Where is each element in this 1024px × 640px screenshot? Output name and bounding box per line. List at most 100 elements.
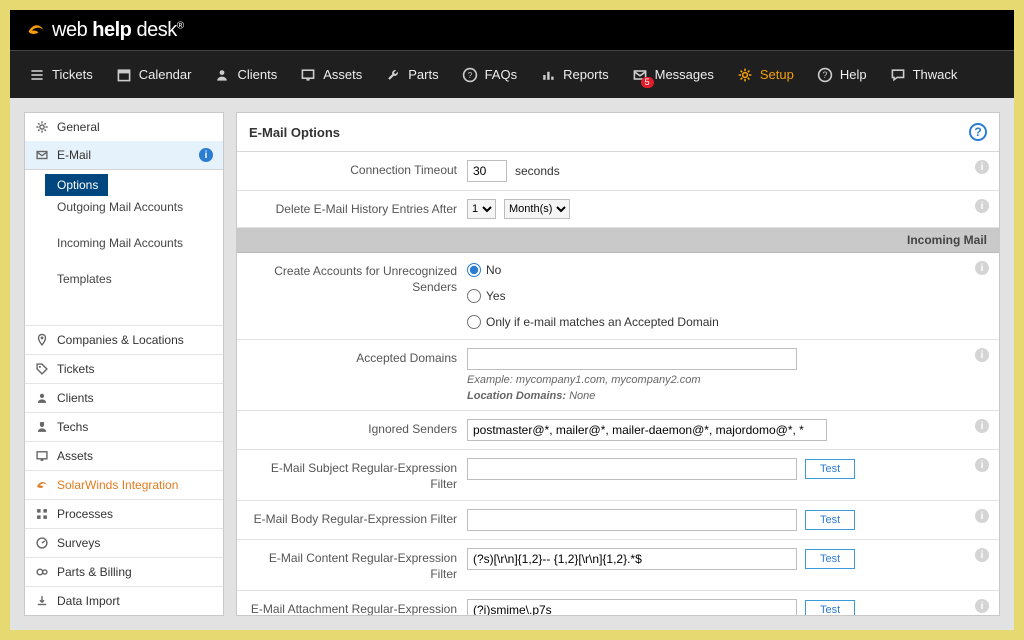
calendar-icon [115, 66, 133, 84]
content-regex-input[interactable] [467, 548, 797, 570]
svg-text:?: ? [467, 71, 472, 80]
svg-text:?: ? [822, 70, 827, 80]
list-icon [28, 66, 46, 84]
subject-regex-input[interactable] [467, 458, 797, 480]
body-regex-test-button[interactable]: Test [805, 510, 855, 530]
sidebar-sub-incoming-mail-accounts[interactable]: Incoming Mail Accounts [35, 232, 223, 254]
nav-calendar[interactable]: Calendar [105, 60, 202, 90]
nav-clients[interactable]: Clients [203, 60, 287, 90]
connection-timeout-label: Connection Timeout [247, 160, 457, 179]
accepted-domains-hint: Example: mycompany1.com, mycompany2.com [467, 374, 965, 386]
delete-history-unit-select[interactable]: Month(s) [504, 199, 570, 219]
accepted-domains-label: Accepted Domains [247, 348, 457, 367]
connection-timeout-input[interactable] [467, 160, 507, 182]
info-icon[interactable]: i [975, 348, 989, 362]
sidebar-clients[interactable]: Clients [25, 383, 223, 412]
brand-bar: web help desk® [10, 10, 1014, 50]
sidebar-sub-options[interactable]: Options [45, 174, 108, 196]
chat-icon [889, 66, 907, 84]
info-icon[interactable]: i [975, 458, 989, 472]
attach-regex-label: E-Mail Attachment Regular-Expression Fil… [247, 599, 457, 616]
sidebar-data-import[interactable]: Data Import [25, 586, 223, 615]
tech-icon [35, 420, 49, 434]
nav-parts[interactable]: Parts [374, 60, 448, 90]
panel-help-icon[interactable]: ? [969, 123, 987, 141]
sidebar-general[interactable]: General [25, 113, 223, 141]
create-accounts-no-radio[interactable] [467, 263, 481, 277]
sidebar-parts-billing[interactable]: Parts & Billing [25, 557, 223, 586]
sidebar-assets[interactable]: Assets [25, 441, 223, 470]
nav-label: Assets [323, 67, 362, 82]
nav-label: FAQs [485, 67, 518, 82]
nav-setup[interactable]: Setup [726, 60, 804, 90]
create-accounts-accepted-radio[interactable] [467, 315, 481, 329]
nav-label: Setup [760, 67, 794, 82]
body-regex-input[interactable] [467, 509, 797, 531]
chart-icon [539, 66, 557, 84]
monitor-icon [299, 66, 317, 84]
nav-help[interactable]: ? Help [806, 60, 877, 90]
sidebar-companies-locations[interactable]: Companies & Locations [25, 325, 223, 354]
delete-history-label: Delete E-Mail History Entries After [247, 199, 457, 218]
help-icon: ? [816, 66, 834, 84]
create-accounts-label: Create Accounts for Unrecognized Senders [247, 261, 457, 295]
sidebar-sub-outgoing-mail-accounts[interactable]: Outgoing Mail Accounts [35, 196, 223, 218]
accepted-domains-input[interactable] [467, 348, 797, 370]
info-icon[interactable]: i [975, 419, 989, 433]
info-icon[interactable]: i [199, 148, 213, 162]
info-icon[interactable]: i [975, 199, 989, 213]
nav-label: Messages [655, 67, 714, 82]
nav-label: Reports [563, 67, 609, 82]
sidebar-sub-templates[interactable]: Templates [35, 268, 223, 290]
delete-history-qty-select[interactable]: 1 [467, 199, 496, 219]
sidebar-tickets[interactable]: Tickets [25, 354, 223, 383]
info-icon[interactable]: i [975, 509, 989, 523]
connection-timeout-unit: seconds [515, 164, 560, 178]
subject-regex-label: E-Mail Subject Regular-Expression Filter [247, 458, 457, 492]
nav-label: Calendar [139, 67, 192, 82]
sidebar-e-mail[interactable]: E-Maili [25, 141, 223, 169]
nav-label: Help [840, 67, 867, 82]
attach-regex-input[interactable] [467, 599, 797, 616]
sidebar-solarwinds-integration[interactable]: SolarWinds Integration [25, 470, 223, 499]
incoming-mail-section-header: Incoming Mail [237, 228, 999, 253]
proc-icon [35, 507, 49, 521]
swirl-icon [35, 478, 49, 492]
nav-thwack[interactable]: Thwack [879, 60, 968, 90]
email-options-panel: E-Mail Options ? Connection Timeout seco… [236, 112, 1000, 616]
sidebar-processes[interactable]: Processes [25, 499, 223, 528]
survey-icon [35, 536, 49, 550]
user-icon [35, 391, 49, 405]
content-regex-test-button[interactable]: Test [805, 549, 855, 569]
nav-label: Parts [408, 67, 438, 82]
sidebar-surveys[interactable]: Surveys [25, 528, 223, 557]
parts-icon [35, 565, 49, 579]
create-accounts-yes-radio[interactable] [467, 289, 481, 303]
setup-sidebar: GeneralE-Maili OptionsOutgoing Mail Acco… [24, 112, 224, 616]
nav-label: Tickets [52, 67, 93, 82]
ignored-senders-label: Ignored Senders [247, 419, 457, 438]
nav-label: Thwack [913, 67, 958, 82]
nav-assets[interactable]: Assets [289, 60, 372, 90]
info-icon[interactable]: i [975, 261, 989, 275]
sidebar-techs[interactable]: Techs [25, 412, 223, 441]
body-regex-label: E-Mail Body Regular-Expression Filter [247, 509, 457, 528]
nav-reports[interactable]: Reports [529, 60, 619, 90]
faq-icon: ? [461, 66, 479, 84]
user-icon [213, 66, 231, 84]
wrench-icon [384, 66, 402, 84]
content-regex-label: E-Mail Content Regular-Expression Filter [247, 548, 457, 582]
nav-label: Clients [237, 67, 277, 82]
nav-faqs[interactable]: ? FAQs [451, 60, 528, 90]
info-icon[interactable]: i [975, 599, 989, 613]
mail-icon [35, 148, 49, 162]
nav-messages[interactable]: Messages5 [621, 60, 724, 90]
subject-regex-test-button[interactable]: Test [805, 459, 855, 479]
ignored-senders-input[interactable] [467, 419, 827, 441]
info-icon[interactable]: i [975, 548, 989, 562]
brand-logo-icon [26, 20, 46, 40]
nav-tickets[interactable]: Tickets [18, 60, 103, 90]
pin-icon [35, 333, 49, 347]
attach-regex-test-button[interactable]: Test [805, 600, 855, 616]
info-icon[interactable]: i [975, 160, 989, 174]
